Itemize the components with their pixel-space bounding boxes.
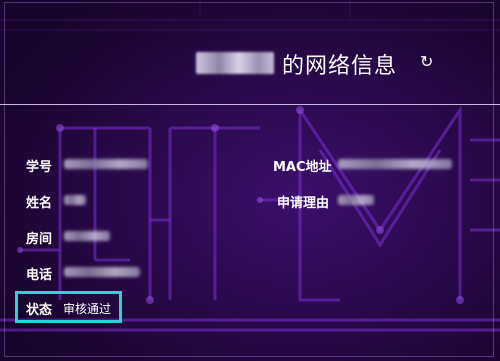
room-value-redacted	[64, 231, 110, 241]
status-label: 状态	[26, 303, 53, 318]
name-value-redacted	[64, 195, 86, 205]
refresh-icon[interactable]: ↻	[420, 52, 433, 71]
page-title: 的网络信息 ↻	[0, 40, 500, 80]
mac-address-label: MAC地址	[273, 160, 332, 175]
phone-label: 电话	[26, 268, 53, 283]
status-value: 审核通过	[63, 302, 112, 316]
name-label: 姓名	[26, 196, 53, 211]
reason-value-redacted	[338, 195, 374, 205]
header-divider	[0, 104, 500, 105]
student-id-value-redacted	[64, 159, 148, 169]
mac-address-value-redacted	[338, 159, 452, 169]
user-name-redacted	[196, 52, 274, 74]
room-label: 房间	[26, 232, 53, 247]
page-title-text: 的网络信息	[282, 54, 398, 79]
student-id-label: 学号	[26, 160, 53, 175]
phone-value-redacted	[64, 267, 140, 277]
reason-label: 申请理由	[277, 196, 330, 211]
